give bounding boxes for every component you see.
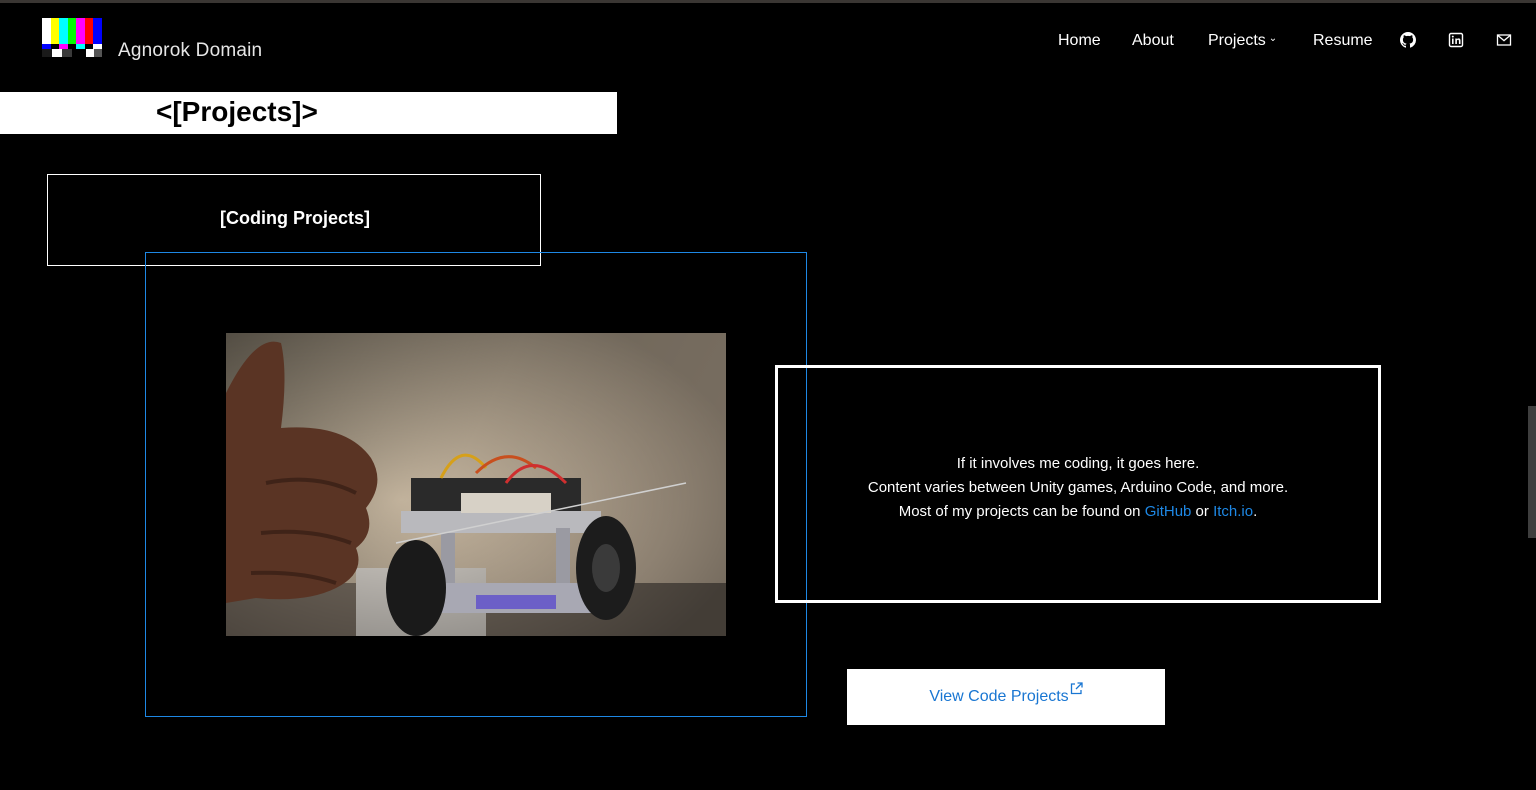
page-title-banner: <[Projects]> (0, 92, 617, 134)
mail-icon[interactable] (1496, 32, 1512, 48)
github-icon[interactable] (1400, 32, 1416, 48)
section-title: [Coding Projects] (219, 208, 370, 228)
nav-home-link[interactable]: Home (1058, 32, 1101, 50)
github-link[interactable]: GitHub (1145, 503, 1192, 520)
page-title: <[Projects]> (156, 96, 318, 127)
description-line-3-suffix: . (1253, 503, 1258, 520)
nav-resume-link[interactable]: Resume (1313, 32, 1373, 50)
brand[interactable]: Agnorok Domain (42, 18, 262, 61)
chevron-down-icon: ⌄ (1268, 33, 1278, 44)
browser-top-edge (0, 0, 1536, 3)
itch-link[interactable]: Itch.io (1213, 503, 1253, 520)
nav-about-link[interactable]: About (1132, 32, 1174, 50)
linkedin-icon[interactable] (1448, 32, 1464, 48)
description-or-text: or (1191, 503, 1214, 520)
description-line-3-prefix: Most of my projects can be found on (898, 503, 1145, 520)
external-link-icon (1070, 682, 1083, 695)
description-line-1: If it involves me coding, it goes here. (956, 455, 1200, 472)
page-scrollbar[interactable] (1528, 406, 1536, 538)
description-line-2: Content varies between Unity games, Ardu… (867, 479, 1289, 496)
tv-test-pattern-logo (42, 18, 103, 58)
view-code-projects-label: View Code Projects (929, 688, 1069, 705)
arduino-robot-photo (226, 333, 726, 636)
section-description-box: If it involves me coding, it goes here. … (775, 365, 1381, 603)
description-line-3: Most of my projects can be found on GitH… (778, 500, 1378, 524)
section-description: If it involves me coding, it goes here. … (778, 452, 1378, 524)
nav-projects-label: Projects (1208, 32, 1266, 49)
view-code-projects-button[interactable]: View Code Projects (847, 669, 1165, 725)
nav-projects-dropdown[interactable]: Projects ⌄ (1208, 32, 1277, 50)
brand-name[interactable]: Agnorok Domain (118, 40, 262, 62)
